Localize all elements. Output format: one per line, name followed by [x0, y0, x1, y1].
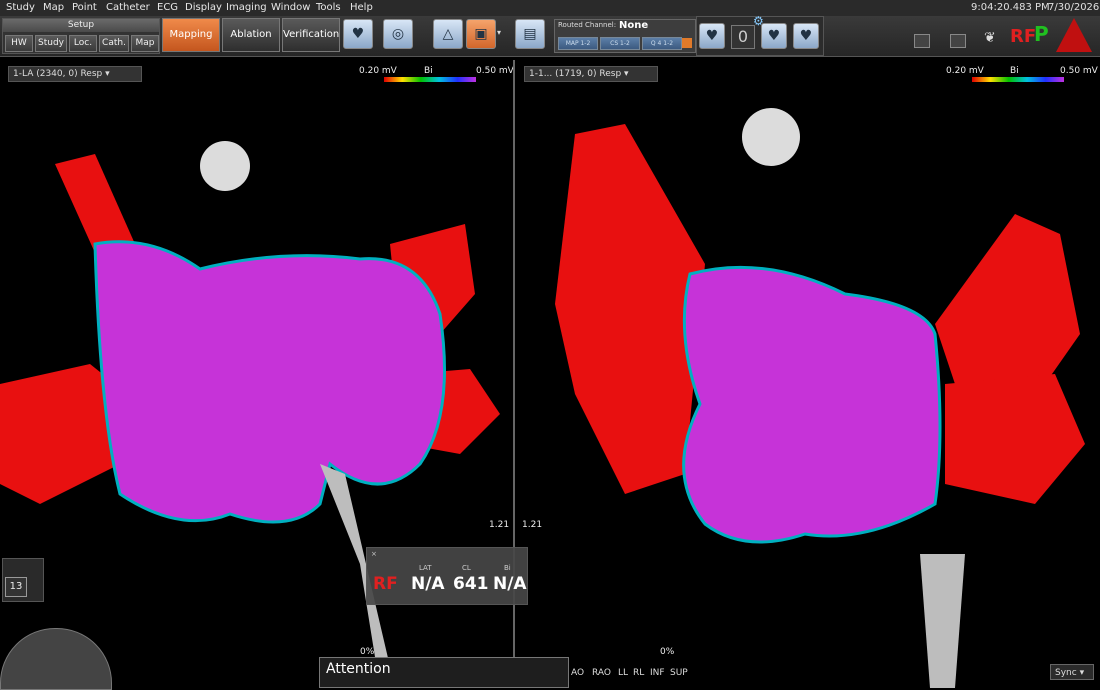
right-scar-vein-right-top [935, 214, 1080, 384]
hw-button[interactable]: HW [5, 35, 33, 52]
rf-value: RF [373, 574, 398, 594]
view-inf[interactable]: INF [650, 668, 665, 678]
cl-header: CL [462, 564, 471, 572]
channel-swatch [682, 38, 692, 48]
view-ll[interactable]: LL [618, 668, 628, 678]
measurement-overlay: × LAT CL Bi RF N/A 641 N/A [366, 547, 528, 605]
right-scale-mode: Bi [1010, 66, 1019, 76]
bi-header: Bi [504, 564, 511, 572]
view-ao[interactable]: AO [571, 668, 584, 678]
right-3d-map[interactable] [515, 84, 1100, 688]
map-button[interactable]: Map [131, 35, 159, 52]
monitor-icon[interactable] [914, 34, 930, 48]
attention-banner[interactable]: Attention [319, 657, 569, 688]
right-scale-min: 0.20 mV [946, 66, 984, 76]
menu-tools[interactable]: Tools [316, 2, 341, 13]
close-icon[interactable]: × [371, 550, 377, 558]
left-panel-title-text: 1-LA (2340, 0) Resp [13, 69, 103, 79]
shell-icon[interactable]: △ [433, 19, 463, 49]
loc-button[interactable]: Loc. [69, 35, 97, 52]
gauge-icon[interactable]: ◎ [383, 19, 413, 49]
view-rl[interactable]: RL [633, 668, 644, 678]
channel-map[interactable]: MAP 1-2 [558, 37, 598, 50]
catheter-heart-icon[interactable]: ♥ [699, 23, 725, 49]
right-scar-vein-left [555, 124, 705, 494]
right-atrium-surface [682, 265, 942, 544]
channel-q4[interactable]: Q 4 1-2 [642, 37, 682, 50]
menu-map[interactable]: Map [43, 2, 64, 13]
warning-triangle-icon [1056, 18, 1092, 52]
menu-bar: Study Map Point Catheter ECG Display Ima… [0, 0, 1100, 16]
cl-value: 641 [453, 574, 489, 594]
view-sup[interactable]: SUP [670, 668, 688, 678]
zoom-left: 0% [360, 647, 375, 657]
lat-header: LAT [419, 564, 432, 572]
chevron-down-icon: ▾ [624, 69, 629, 79]
menu-point[interactable]: Point [72, 2, 97, 13]
pacing-status-icon: P [1034, 22, 1049, 46]
mapping-button[interactable]: Mapping [162, 18, 220, 52]
bi-value: N/A [493, 574, 527, 594]
main-toolbar: Setup HW Study Loc. Cath. Map Mapping Ab… [0, 14, 1100, 57]
select-point-icon[interactable]: ▣ [466, 19, 496, 49]
left-panel-title[interactable]: 1-LA (2340, 0) Resp ▾ [8, 66, 142, 82]
verification-button[interactable]: Verification [282, 18, 340, 52]
monitor-list-icon[interactable]: ▤ [515, 19, 545, 49]
sync-label: Sync [1055, 668, 1077, 678]
left-color-scale-bar [384, 77, 476, 82]
slider-value-left: 1.21 [489, 520, 510, 530]
right-scar-vein-right-bottom [945, 374, 1085, 504]
left-reference-sphere [200, 141, 250, 191]
menu-window[interactable]: Window [271, 2, 310, 13]
right-panel-title-text: 1-1... (1719, 0) Resp [529, 69, 622, 79]
menu-study[interactable]: Study [6, 2, 35, 13]
side-counter[interactable]: 13 [5, 577, 27, 597]
right-scale-max: 0.50 mV [1060, 66, 1098, 76]
lat-value: N/A [411, 574, 445, 594]
side-widget: 13 [2, 558, 44, 602]
heart-add-icon[interactable]: ♥ [343, 19, 373, 49]
chevron-down-icon: ▾ [105, 69, 110, 79]
menu-display[interactable]: Display [185, 2, 222, 13]
sync-select[interactable]: Sync ▾ [1050, 664, 1094, 680]
ablation-button[interactable]: Ablation [222, 18, 280, 52]
right-reference-sphere [742, 108, 800, 166]
setup-group: Setup HW Study Loc. Cath. Map [2, 18, 160, 54]
slider-value-right: 1.21 [522, 520, 543, 530]
right-catheter-shaft [920, 554, 965, 688]
routed-channel-box: Routed Channel: None MAP 1-2 CS 1-2 Q 4 … [554, 19, 696, 53]
zoom-right: 0% [660, 647, 675, 657]
menu-imaging[interactable]: Imaging [226, 2, 267, 13]
chevron-down-icon[interactable]: ▾ [497, 28, 501, 37]
menu-catheter[interactable]: Catheter [106, 2, 150, 13]
left-scale-mode: Bi [424, 66, 433, 76]
recorder-icon[interactable] [950, 34, 966, 48]
menu-help[interactable]: Help [350, 2, 373, 13]
setup-title: Setup [3, 19, 159, 32]
left-atrium-surface [93, 240, 446, 524]
left-scale-min: 0.20 mV [359, 66, 397, 76]
right-panel-title[interactable]: 1-1... (1719, 0) Resp ▾ [524, 66, 658, 82]
clock-date: 7/30/2026 [1048, 2, 1100, 13]
channel-cs[interactable]: CS 1-2 [600, 37, 640, 50]
cath-button[interactable]: Cath. [99, 35, 129, 52]
heart-delete-icon[interactable]: ♥ [793, 23, 819, 49]
left-scale-max: 0.50 mV [476, 66, 514, 76]
clock-time: 9:04:20.483 PM [971, 2, 1050, 13]
menu-ecg[interactable]: ECG [157, 2, 178, 13]
catheter-tool-group: ⚙ ♥ 0 ♥ ♥ [696, 14, 824, 56]
routed-channel-value: None [619, 20, 649, 31]
routed-channel-label: Routed Channel: [558, 21, 617, 29]
study-button[interactable]: Study [35, 35, 67, 52]
catheter-connect-icon: ❦ [984, 30, 996, 46]
right-color-scale-bar [972, 77, 1064, 82]
view-rao[interactable]: RAO [592, 668, 611, 678]
heart-tag-icon[interactable]: ♥ [761, 23, 787, 49]
point-counter: 0 [731, 25, 755, 49]
rf-status-label: RF [1010, 26, 1037, 47]
